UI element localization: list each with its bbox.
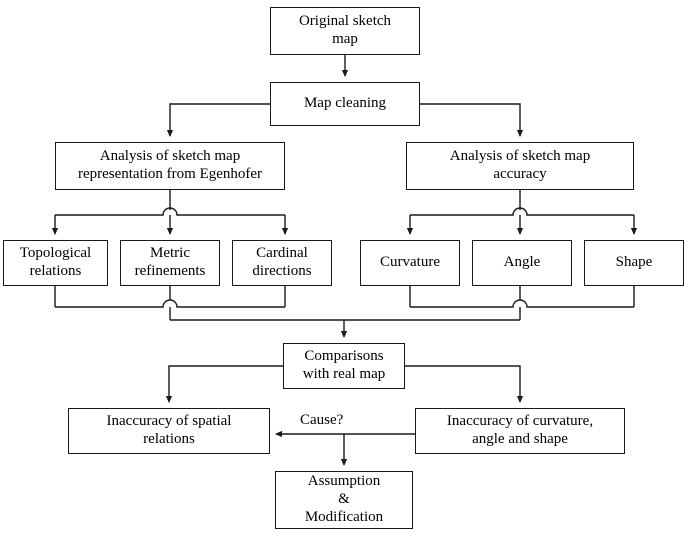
- edge-label-cause: Cause?: [300, 412, 344, 428]
- node-label: Map cleaning: [303, 95, 387, 112]
- edge-right-merge-bus: [410, 299, 634, 308]
- node-label: Inaccuracy of spatial relations: [106, 413, 232, 447]
- node-inaccuracy-curvature-angle-shape[interactable]: Inaccuracy of curvature, angle and shape: [415, 408, 625, 454]
- node-label: Cardinal directions: [252, 245, 312, 279]
- edge-comparisons-to-inacc-curv: [405, 365, 524, 404]
- node-label: Shape: [615, 254, 653, 271]
- edge-analysis-acc-bus: [410, 207, 634, 216]
- node-curvature[interactable]: Curvature: [360, 240, 460, 286]
- node-label: Assumption & Modification: [304, 473, 384, 525]
- node-angle[interactable]: Angle: [472, 240, 572, 286]
- node-label: Metric refinements: [134, 245, 206, 279]
- node-label: Analysis of sketch map representation fro…: [77, 148, 263, 182]
- node-label: Inaccuracy of curvature, angle and shape: [446, 413, 594, 447]
- node-label: Curvature: [380, 254, 440, 271]
- node-label: Analysis of sketch map accuracy: [449, 148, 591, 182]
- node-label: Angle: [503, 254, 541, 271]
- node-inaccuracy-spatial-relations[interactable]: Inaccuracy of spatial relations: [68, 408, 270, 454]
- node-label: Original sketch map: [298, 13, 392, 47]
- node-topological-relations[interactable]: Topological relations: [3, 240, 108, 286]
- flowchart-canvas: Original sketch map Map cleaning Analysis…: [0, 0, 688, 537]
- node-cardinal-directions[interactable]: Cardinal directions: [232, 240, 332, 286]
- node-map-cleaning[interactable]: Map cleaning: [270, 82, 420, 126]
- node-comparisons-with-real-map[interactable]: Comparisons with real map: [283, 343, 405, 389]
- edge-cleaning-to-analysis-acc: [420, 103, 524, 138]
- node-analysis-accuracy[interactable]: Analysis of sketch map accuracy: [406, 142, 634, 190]
- edge-cleaning-to-analysis-rep: [166, 103, 270, 138]
- edge-left-merge-bus: [55, 299, 285, 308]
- node-original-sketch-map[interactable]: Original sketch map: [270, 7, 420, 55]
- node-assumption-modification[interactable]: Assumption & Modification: [275, 471, 413, 529]
- node-analysis-representation[interactable]: Analysis of sketch map representation fro…: [55, 142, 285, 190]
- node-metric-refinements[interactable]: Metric refinements: [120, 240, 220, 286]
- node-shape[interactable]: Shape: [584, 240, 684, 286]
- node-label: Comparisons with real map: [302, 348, 386, 382]
- edge-comparisons-to-inacc-spatial: [165, 365, 283, 404]
- node-label: Topological relations: [19, 245, 92, 279]
